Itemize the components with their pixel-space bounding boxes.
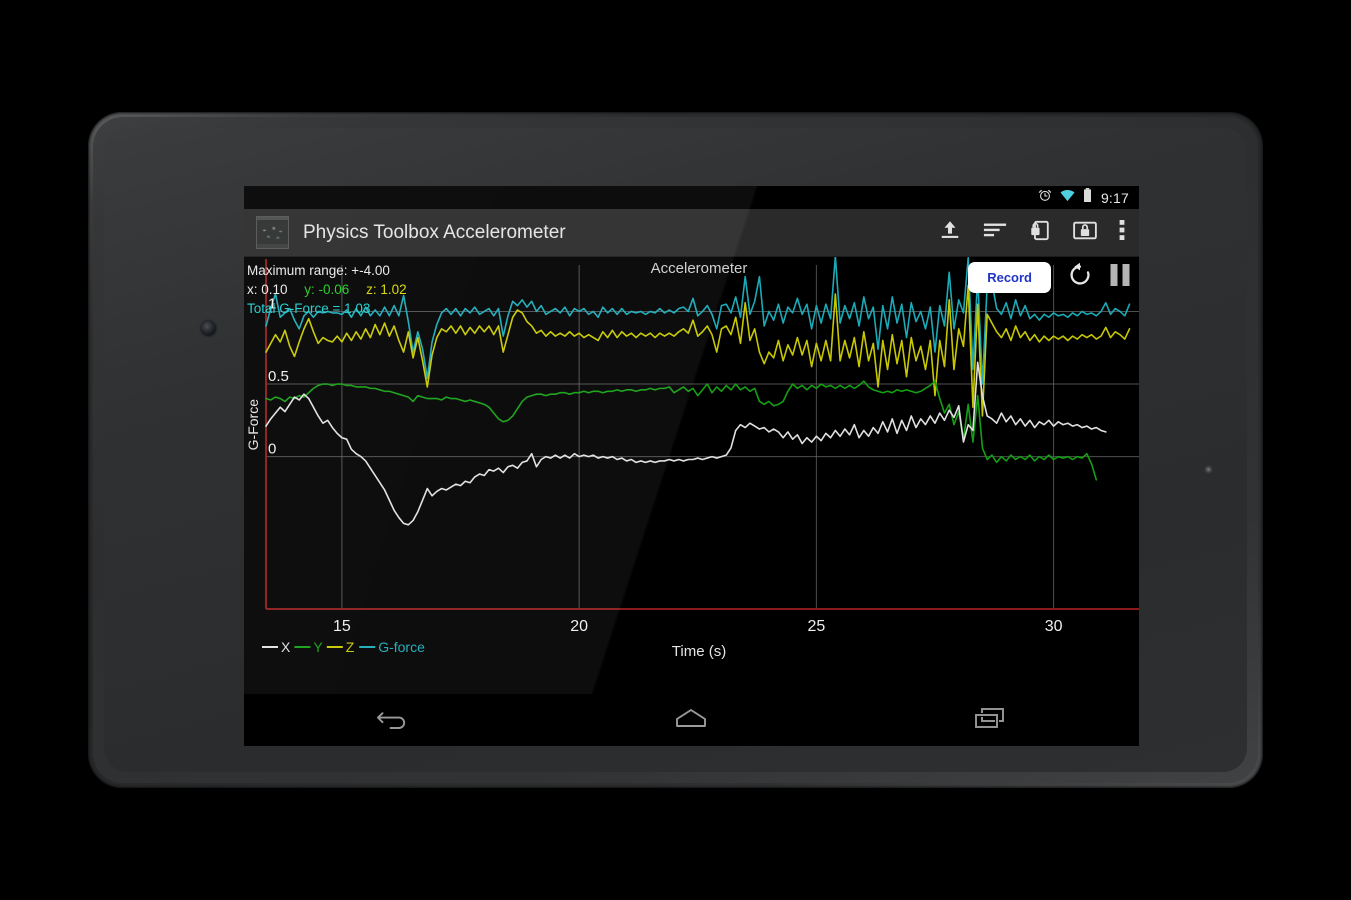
wifi-icon [1060,189,1075,207]
reset-rotate-icon[interactable] [1067,262,1093,293]
lock-screen-icon[interactable] [1073,220,1097,246]
x-tick-label: 30 [1045,618,1063,635]
lock-orientation-icon[interactable] [1029,219,1051,247]
app-thumbnail-icon [256,216,289,249]
front-camera-icon [201,321,216,336]
legend-label-z: Z [346,639,355,655]
y-tick-label: 0.5 [268,368,289,385]
record-button[interactable]: Record [968,262,1051,293]
upload-export-icon[interactable] [939,219,961,246]
battery-icon [1083,188,1092,207]
sensor-readout: Maximum range: +-4.00 x: 0.10 y: -0.06 z… [244,257,420,318]
x-tick-label: 20 [570,618,588,635]
z-value-label: z: 1.02 [366,282,407,298]
action-bar-icons [939,219,1139,247]
sensor-dot-icon [1204,465,1213,474]
y-tick-label: 0 [268,441,276,458]
recent-apps-icon[interactable] [973,705,1007,736]
x-tick-label: 15 [333,618,351,635]
record-controls: Record [968,262,1131,293]
axis-values-row: x: 0.10 y: -0.06 z: 1.02 [247,280,420,299]
x-tick-label: 25 [807,618,825,635]
chart-title: Accelerometer [651,260,748,277]
legend-label-y: Y [313,639,323,655]
max-range-label: Maximum range: +-4.00 [247,263,390,278]
y-value-label: y: -0.06 [304,282,350,298]
tablet-bezel-inner: 9:17 Physics Toolbox Accelerometer Maxim… [93,117,1258,783]
accelerometer-chart: 0 0.5 1 15 20 25 30 Accelerometer Time (s) G-Forc… [244,257,1139,677]
pause-icon[interactable] [1109,263,1131,292]
android-navigation-bar [244,694,1139,746]
y-axis-label: G-Force [245,399,261,451]
home-icon[interactable] [673,705,709,736]
legend-label-x: X [281,639,291,655]
overflow-menu-icon[interactable] [1119,219,1125,246]
legend-label-g-force: G-force [378,639,425,655]
series-line-x [265,361,1107,526]
x-axis-label: Time (s) [672,643,726,660]
chart-legend: X Y Z G-force [262,639,425,655]
action-bar: Physics Toolbox Accelerometer [244,209,1139,257]
app-title: Physics Toolbox Accelerometer [303,221,566,243]
total-gforce-label: Total G-Force = 1.03 [247,301,371,317]
data-lines-icon[interactable] [983,219,1007,246]
back-arrow-icon[interactable] [376,705,410,736]
chart-svg: 00.5115 20 25 30AccelerometerTime (s)G-Forc… [245,257,1139,660]
alarm-clock-icon [1038,188,1052,207]
status-bar: 9:17 [244,186,1139,209]
tablet-device-frame: 9:17 Physics Toolbox Accelerometer Maxim… [88,112,1263,788]
tablet-bezel-glass: 9:17 Physics Toolbox Accelerometer Maxim… [104,128,1247,772]
x-value-label: x: 0.10 [247,282,288,298]
device-screen: 9:17 Physics Toolbox Accelerometer Maxim… [244,186,1139,746]
chart-labels: 00.5115 20 25 30AccelerometerTime (s)G-Forc… [245,260,1063,660]
status-bar-time: 9:17 [1100,189,1129,206]
